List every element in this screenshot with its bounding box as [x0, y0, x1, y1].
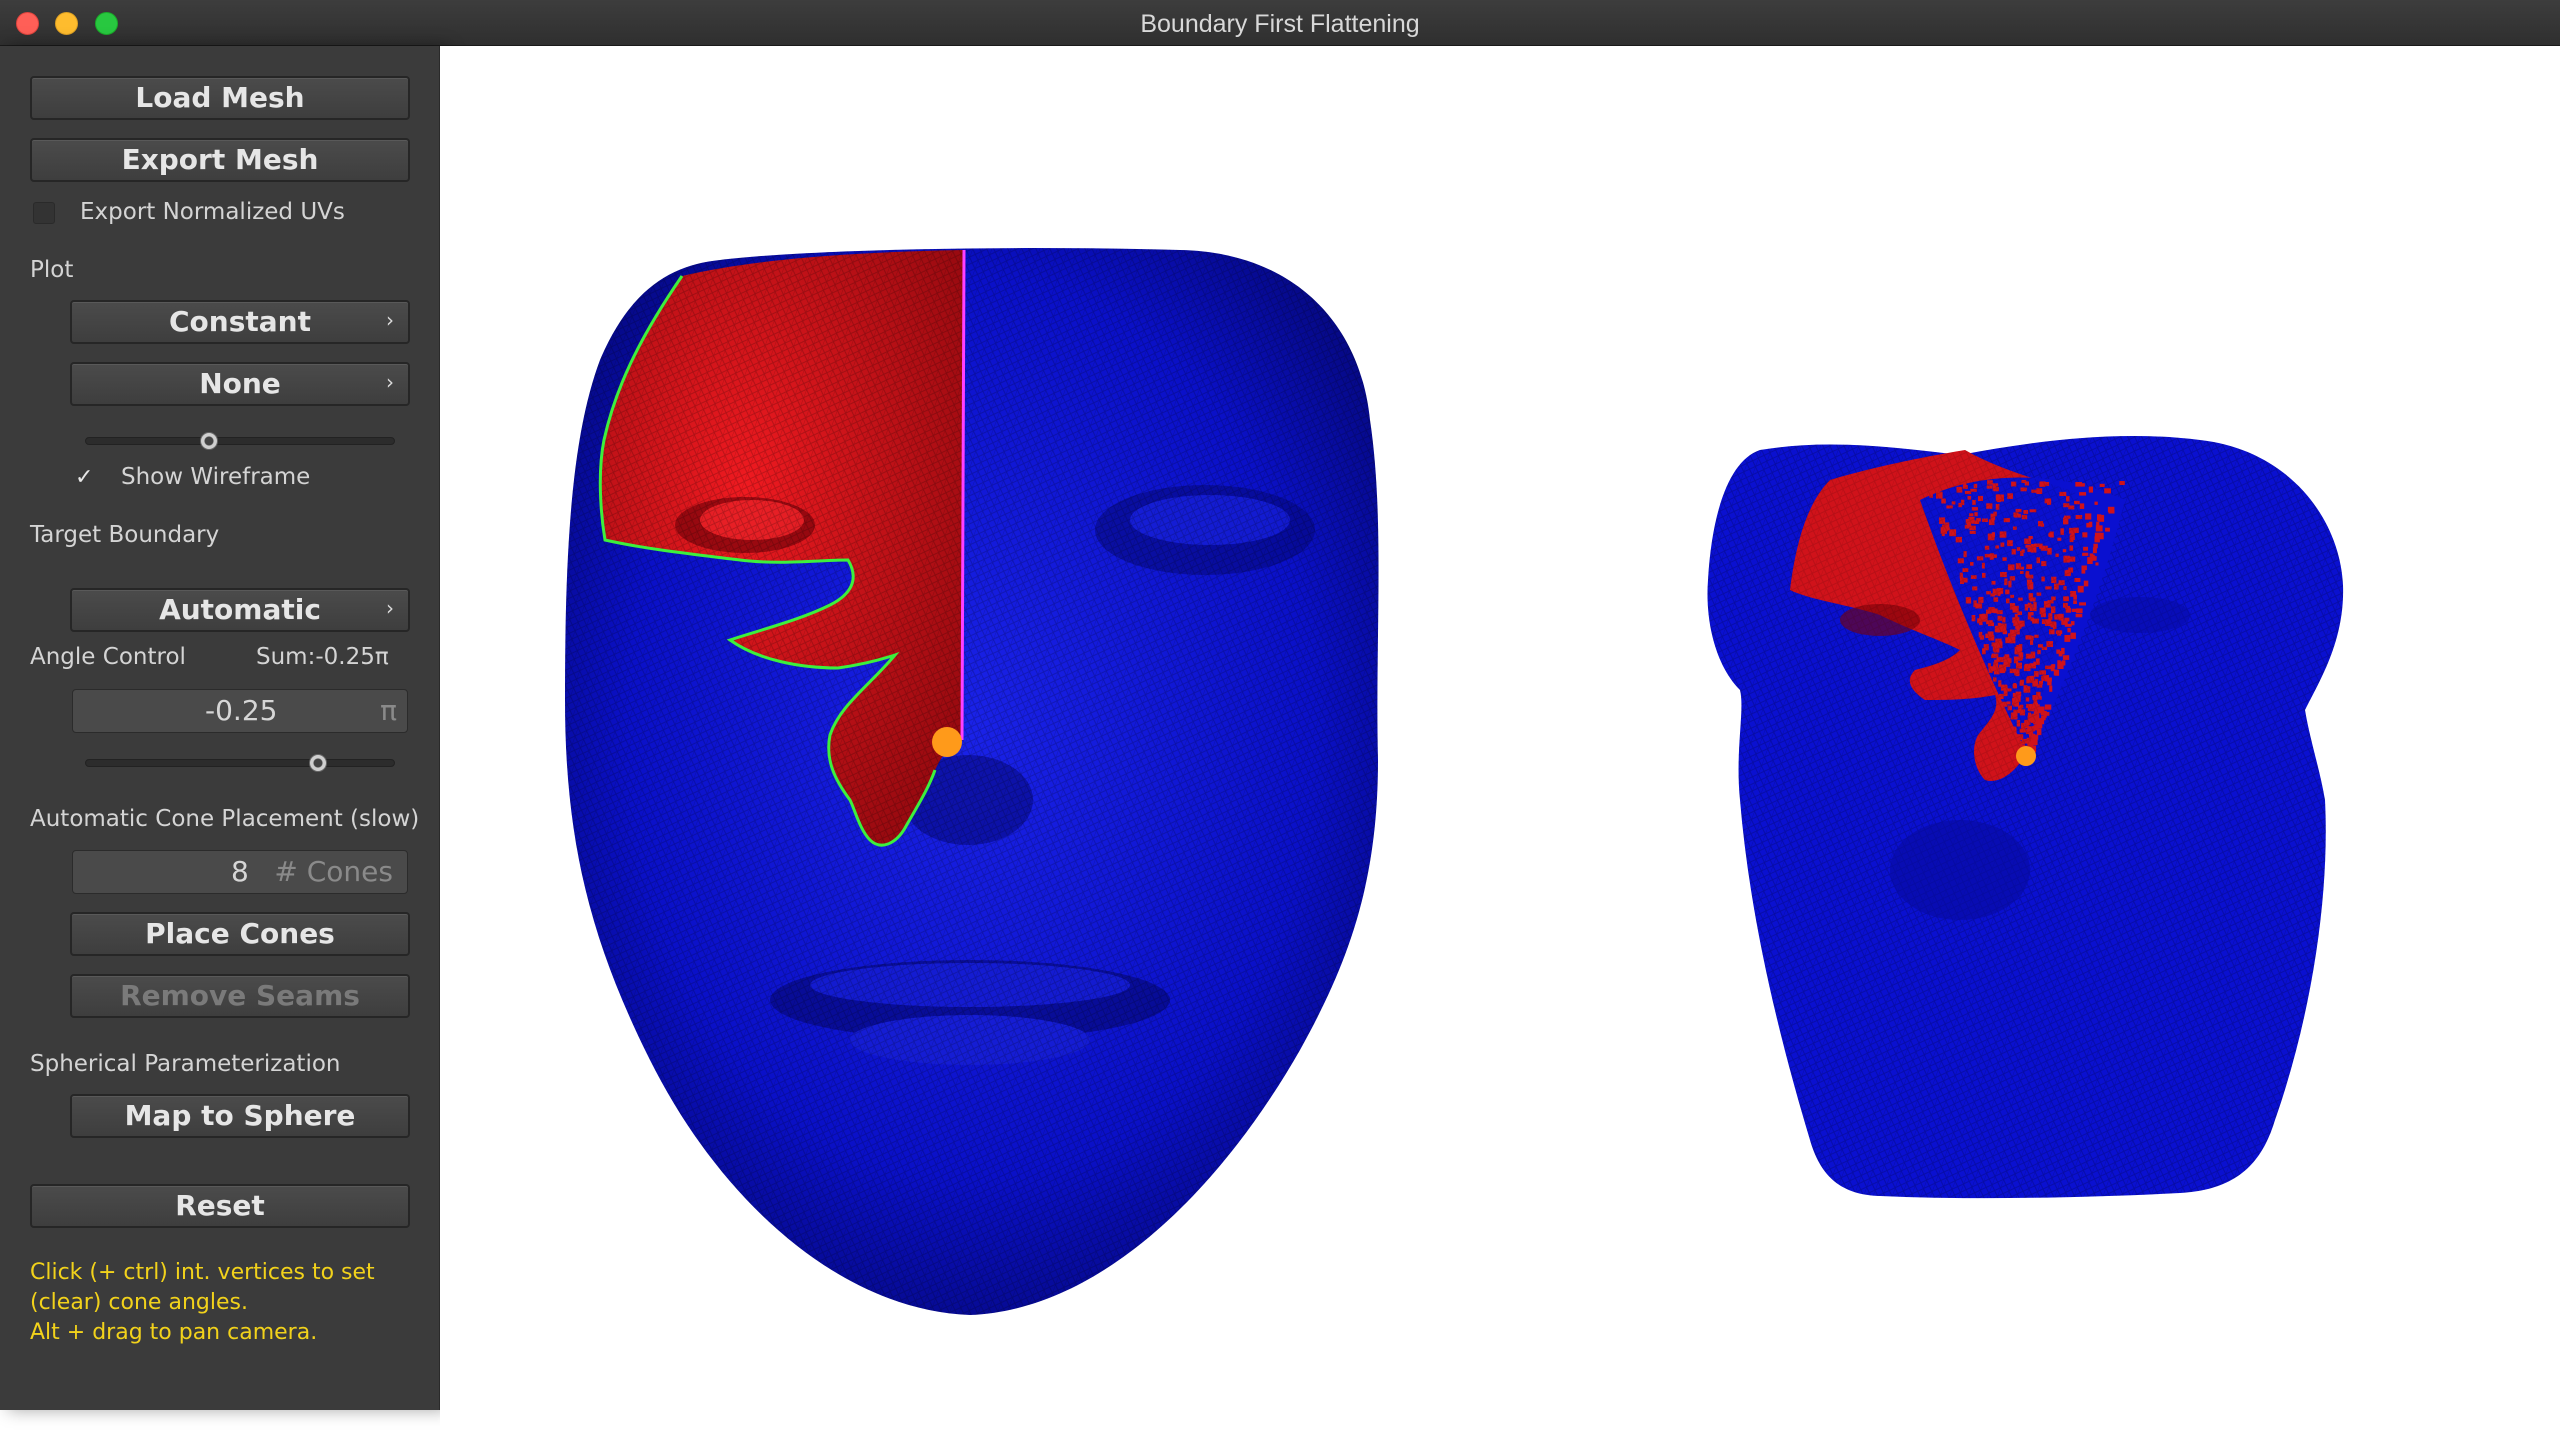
place-cones-button[interactable]: Place Cones — [70, 912, 410, 956]
angle-slider-handle[interactable] — [308, 754, 327, 772]
cone-vertex-marker[interactable] — [932, 727, 962, 757]
chevron-right-icon: › — [386, 308, 394, 332]
target-boundary-label: Target Boundary — [30, 522, 220, 548]
angle-control-label: Angle Control — [30, 644, 186, 670]
export-normalized-uvs-checkbox[interactable] — [33, 202, 55, 224]
plot-mode-dropdown[interactable]: Constant › — [70, 300, 410, 344]
plot-overlay-value: None — [199, 367, 281, 400]
plot-slider-handle[interactable] — [200, 432, 218, 450]
angle-unit: π — [380, 694, 397, 727]
angle-slider-track[interactable] — [85, 759, 395, 767]
target-boundary-value: Automatic — [159, 593, 321, 626]
hint-line: Click (+ ctrl) int. vertices to set — [30, 1260, 375, 1285]
export-normalized-uvs-label: Export Normalized UVs — [80, 199, 345, 225]
cone-count-unit: # Cones — [274, 855, 393, 888]
mesh-viewport[interactable] — [440, 46, 2560, 1444]
cone-count-field[interactable]: 8 # Cones — [72, 850, 408, 894]
chevron-right-icon: › — [386, 370, 394, 394]
angle-sum-readout: Sum:-0.25π — [256, 644, 389, 670]
angle-value-field[interactable]: -0.25 π — [72, 689, 408, 733]
seam-line-magenta — [960, 249, 966, 741]
hint-line: Alt + drag to pan camera. — [30, 1320, 318, 1345]
cone-count-value: 8 — [231, 855, 249, 888]
checkmark-icon: ✓ — [75, 465, 94, 490]
map-to-sphere-button[interactable]: Map to Sphere — [70, 1094, 410, 1138]
plot-label: Plot — [30, 257, 74, 283]
load-mesh-button[interactable]: Load Mesh — [30, 76, 410, 120]
hint-line: (clear) cone angles. — [30, 1290, 248, 1315]
control-panel: Load Mesh Export Mesh Export Normalized … — [0, 46, 440, 1410]
angle-value: -0.25 — [205, 694, 278, 727]
flattened-uv-mesh[interactable] — [1707, 435, 2344, 1199]
plot-mode-value: Constant — [169, 305, 311, 338]
show-wireframe-label: Show Wireframe — [121, 464, 311, 490]
remove-seams-button[interactable]: Remove Seams — [70, 974, 410, 1018]
auto-cone-label: Automatic Cone Placement (slow) — [30, 806, 420, 832]
mesh-canvas[interactable] — [440, 46, 2560, 1444]
spherical-parameterization-label: Spherical Parameterization — [30, 1051, 341, 1077]
plot-slider-track[interactable] — [85, 437, 395, 445]
title-bar: Boundary First Flattening — [0, 0, 2560, 46]
target-boundary-dropdown[interactable]: Automatic › — [70, 588, 410, 632]
window-title: Boundary First Flattening — [1140, 10, 1420, 38]
reset-button[interactable]: Reset — [30, 1184, 410, 1228]
show-wireframe-checkbox[interactable]: ✓ — [73, 467, 95, 489]
chevron-right-icon: › — [386, 596, 394, 620]
flattened-cone-vertex-marker[interactable] — [2016, 746, 2036, 766]
export-mesh-button[interactable]: Export Mesh — [30, 138, 410, 182]
plot-overlay-dropdown[interactable]: None › — [70, 362, 410, 406]
face-mesh-3d[interactable] — [560, 245, 1390, 1325]
